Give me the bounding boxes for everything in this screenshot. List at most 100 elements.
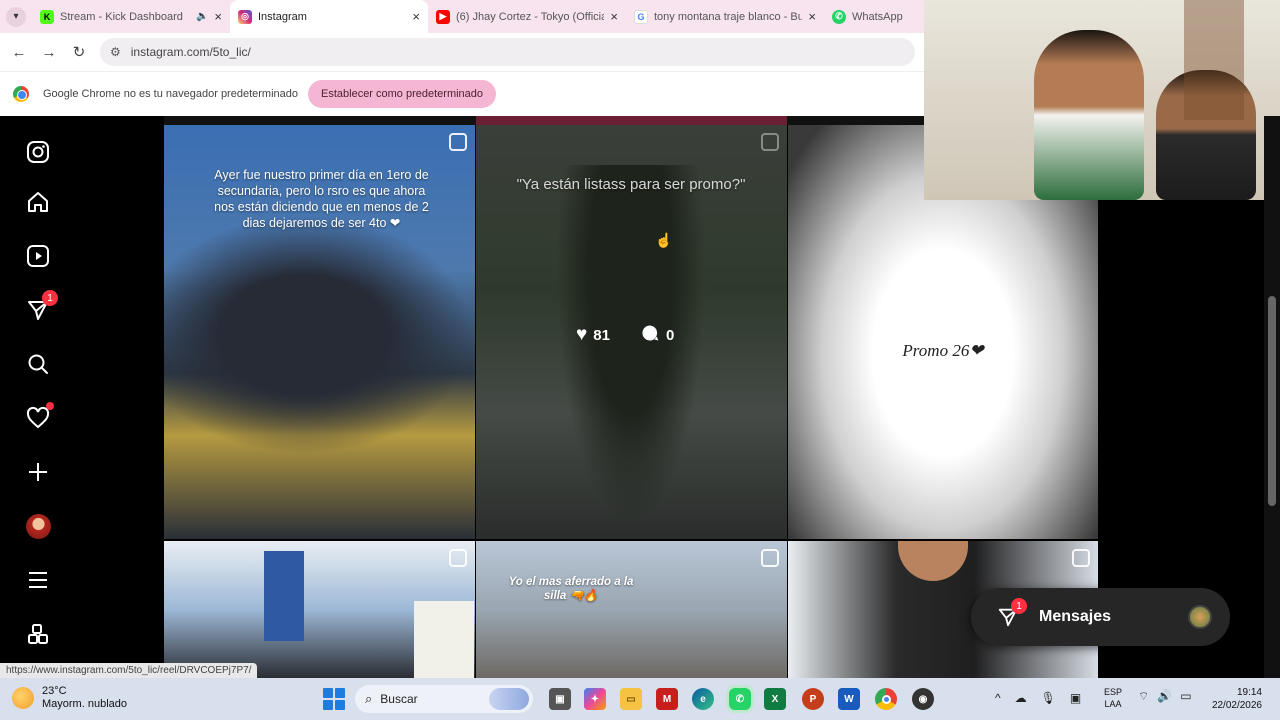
language-indicator[interactable]: ESP LAA (1104, 686, 1122, 710)
close-tab-icon[interactable]: × (214, 9, 222, 24)
lang-secondary: LAA (1104, 699, 1122, 709)
messages-badge: 1 (1011, 598, 1027, 614)
windows-start-icon[interactable] (323, 688, 345, 710)
tab-search-button[interactable]: ▾ (0, 0, 32, 33)
word-icon[interactable]: W (838, 688, 860, 710)
home-icon[interactable] (24, 188, 52, 216)
post-image-shading (164, 215, 475, 455)
reel-icon (449, 549, 467, 567)
create-plus-icon[interactable] (24, 458, 52, 486)
messages-button[interactable]: 1 Mensajes (971, 588, 1230, 646)
close-tab-icon[interactable]: × (412, 9, 420, 24)
kick-favicon-icon: K (40, 9, 54, 24)
reel-icon (761, 549, 779, 567)
tab-instagram[interactable]: ◎ Instagram × (230, 0, 428, 33)
volume-icon[interactable]: 🔊 (1157, 689, 1172, 704)
notifications-heart-icon[interactable] (24, 402, 54, 432)
mcafee-icon[interactable]: M (656, 688, 678, 710)
messenger-icon[interactable]: 1 (24, 290, 58, 324)
mouse-cursor-icon: ☝ (655, 232, 673, 248)
more-menu-icon[interactable] (24, 566, 52, 594)
messenger-badge: 1 (42, 290, 58, 306)
chrome-logo-icon (13, 86, 29, 102)
chevron-up-icon[interactable]: ^ (995, 691, 1001, 705)
carousel-icon (449, 133, 467, 151)
page-scrollbar[interactable] (1264, 116, 1280, 678)
file-explorer-icon[interactable]: ▭ (620, 688, 642, 710)
tray-status-icons: ⌔ 🔊 ▭ (1138, 689, 1192, 704)
edge-icon[interactable]: e (692, 688, 714, 710)
messages-avatar (1188, 605, 1212, 629)
task-view-icon[interactable]: ▣ (549, 688, 571, 710)
clock-date: 22/02/2026 (1211, 700, 1262, 711)
post-caption: Yo el mas aferrado a la silla 🔫🔥 (508, 576, 634, 602)
notification-dot (46, 402, 54, 410)
reel-icon (761, 133, 779, 151)
scrollbar-thumb[interactable] (1268, 296, 1276, 506)
close-tab-icon[interactable]: × (808, 9, 816, 24)
back-arrow-icon[interactable]: ← (4, 44, 34, 61)
messenger-icon: 1 (997, 598, 1027, 628)
webcam-overlay (924, 0, 1280, 200)
post-tile[interactable] (164, 541, 475, 678)
post-tile[interactable]: Yo el mas aferrado a la silla 🔫🔥 (476, 541, 787, 678)
forward-arrow-icon[interactable]: → (34, 44, 64, 61)
battery-icon[interactable]: ▭ (1180, 689, 1191, 704)
whatsapp-favicon-icon: ✆ (832, 9, 846, 24)
tab-kick[interactable]: K Stream - Kick Dashboard 🔈 × (32, 0, 230, 33)
browser-toolbar: ← → ↻ ⚙ instagram.com/5to_lic/ (0, 33, 924, 71)
url-text: instagram.com/5to_lic/ (130, 45, 251, 59)
excel-icon[interactable]: X (764, 688, 786, 710)
webcam-background-door (1184, 0, 1244, 120)
messages-label: Mensajes (1039, 608, 1112, 625)
tab-whatsapp[interactable]: ✆ WhatsApp (824, 0, 924, 33)
chrome-icon[interactable] (875, 688, 897, 710)
default-browser-infobar: Google Chrome no es tu navegador predete… (0, 71, 924, 116)
carousel-icon (1072, 549, 1090, 567)
status-bar-url: https://www.instagram.com/5to_lic/reel/D… (0, 663, 258, 679)
display-icon[interactable]: ▣ (1070, 691, 1081, 705)
post-caption: "Ya están listass para ser promo?" (516, 176, 746, 193)
instagram-logo-icon[interactable] (24, 138, 52, 166)
chevron-down-icon: ▾ (6, 6, 26, 27)
apps-icon[interactable] (24, 620, 52, 648)
infobar-message: Google Chrome no es tu navegador predete… (43, 88, 298, 100)
taskbar-clock[interactable]: 19:14 22/02/2026 (1206, 686, 1262, 712)
lang-primary: ESP (1104, 687, 1123, 697)
webcam-person (1034, 30, 1144, 200)
copilot-icon[interactable]: ✦ (584, 688, 606, 710)
post-tile-hovered[interactable]: "Ya están listass para ser promo?" ♥ 81 … (476, 125, 787, 539)
post-caption: Ayer fue nuestro primer día en 1ero de s… (214, 168, 429, 230)
onedrive-icon[interactable]: ☁ (1015, 691, 1027, 705)
whatsapp-icon[interactable]: ✆ (729, 688, 751, 710)
search-icon[interactable] (24, 350, 52, 378)
tab-title: (6) Jhay Cortez - Tokyo (Official (456, 10, 605, 23)
tab-google[interactable]: G tony montana traje blanco - Bu × (626, 0, 824, 33)
reels-icon[interactable] (24, 242, 52, 270)
close-tab-icon[interactable]: × (610, 9, 618, 24)
obs-icon[interactable]: ◉ (912, 688, 934, 710)
weather-widget[interactable]: 23°C Mayorm. nublado (12, 685, 127, 711)
wifi-icon[interactable]: ⌔ (1138, 689, 1149, 704)
youtube-favicon-icon: ▶ (436, 9, 450, 24)
taskbar-search[interactable]: ⌕ Buscar (355, 685, 533, 713)
post-tile[interactable]: Ayer fue nuestro primer día en 1ero de s… (164, 125, 475, 539)
post-stats: ♥ 81 0 (576, 323, 674, 347)
search-icon: ⌕ (365, 691, 373, 706)
address-bar[interactable]: ⚙ instagram.com/5to_lic/ (100, 38, 915, 66)
site-info-icon[interactable]: ⚙ (110, 45, 121, 59)
tab-title: Stream - Kick Dashboard (60, 10, 183, 23)
clock-time: 19:14 (1236, 687, 1262, 698)
tab-title: tony montana traje blanco - Bu (654, 10, 803, 23)
reload-icon[interactable]: ↻ (64, 43, 94, 61)
set-default-button[interactable]: Establecer como predeterminado (308, 80, 497, 108)
system-tray: ^ ☁ 🎙 ▣ (995, 683, 1095, 713)
heart-icon: ♥ (576, 324, 588, 345)
speaker-icon[interactable]: 🔈 (196, 11, 208, 22)
tab-youtube[interactable]: ▶ (6) Jhay Cortez - Tokyo (Official × (428, 0, 626, 33)
powerpoint-icon[interactable]: P (802, 688, 824, 710)
microphone-icon[interactable]: 🎙 (1041, 691, 1056, 705)
comment-count: 0 (665, 326, 675, 344)
like-count: 81 (593, 326, 610, 344)
profile-avatar[interactable] (24, 512, 52, 540)
